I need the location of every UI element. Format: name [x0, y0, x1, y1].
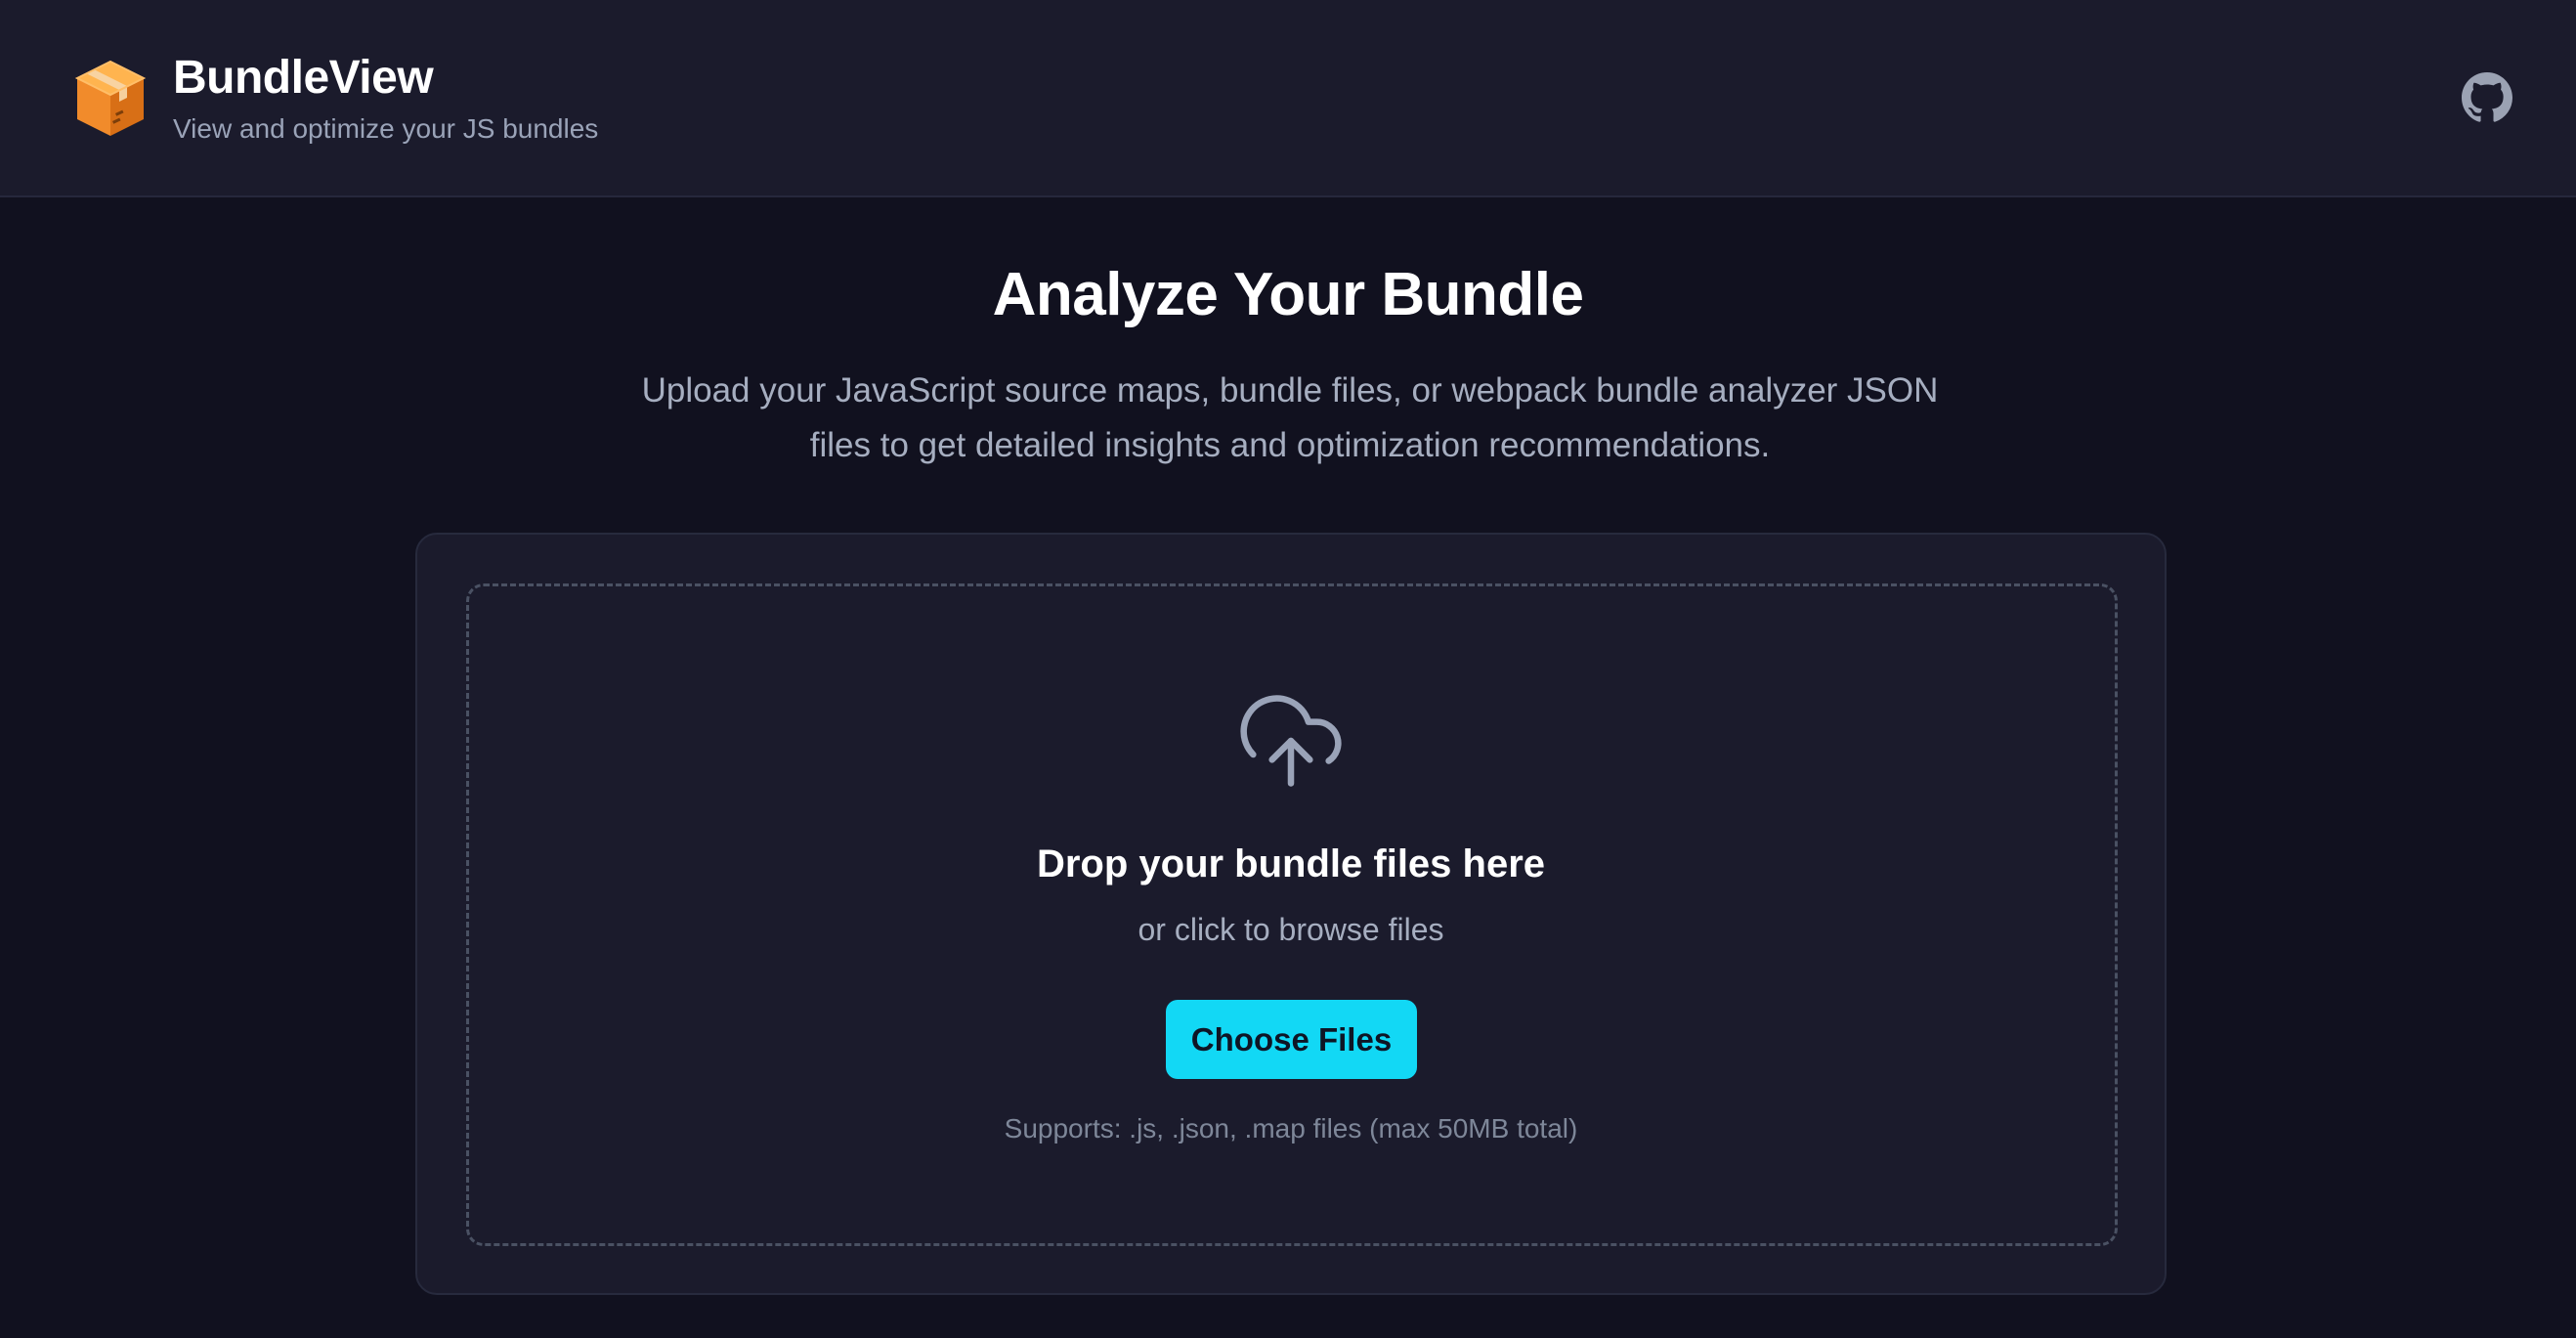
app-header: BundleView View and optimize your JS bun…: [0, 0, 2576, 197]
github-link[interactable]: [2462, 72, 2512, 123]
dropzone-hint: or click to browse files: [1138, 912, 1444, 947]
page-title: Analyze Your Bundle: [992, 261, 1584, 328]
cloud-upload-icon: [1240, 695, 1342, 787]
github-icon: [2462, 72, 2512, 122]
choose-files-button[interactable]: Choose Files: [1166, 1000, 1417, 1079]
dropzone-title: Drop your bundle files here: [1036, 842, 1546, 885]
supported-file-types: Supports: .js, .json, .map files (max 50…: [1004, 1113, 1578, 1144]
page-description: Upload your JavaScript source maps, bund…: [641, 371, 1939, 464]
app-subtitle: View and optimize your JS bundles: [173, 113, 599, 144]
app-title: BundleView: [173, 52, 434, 104]
package-box-icon: [74, 60, 147, 136]
